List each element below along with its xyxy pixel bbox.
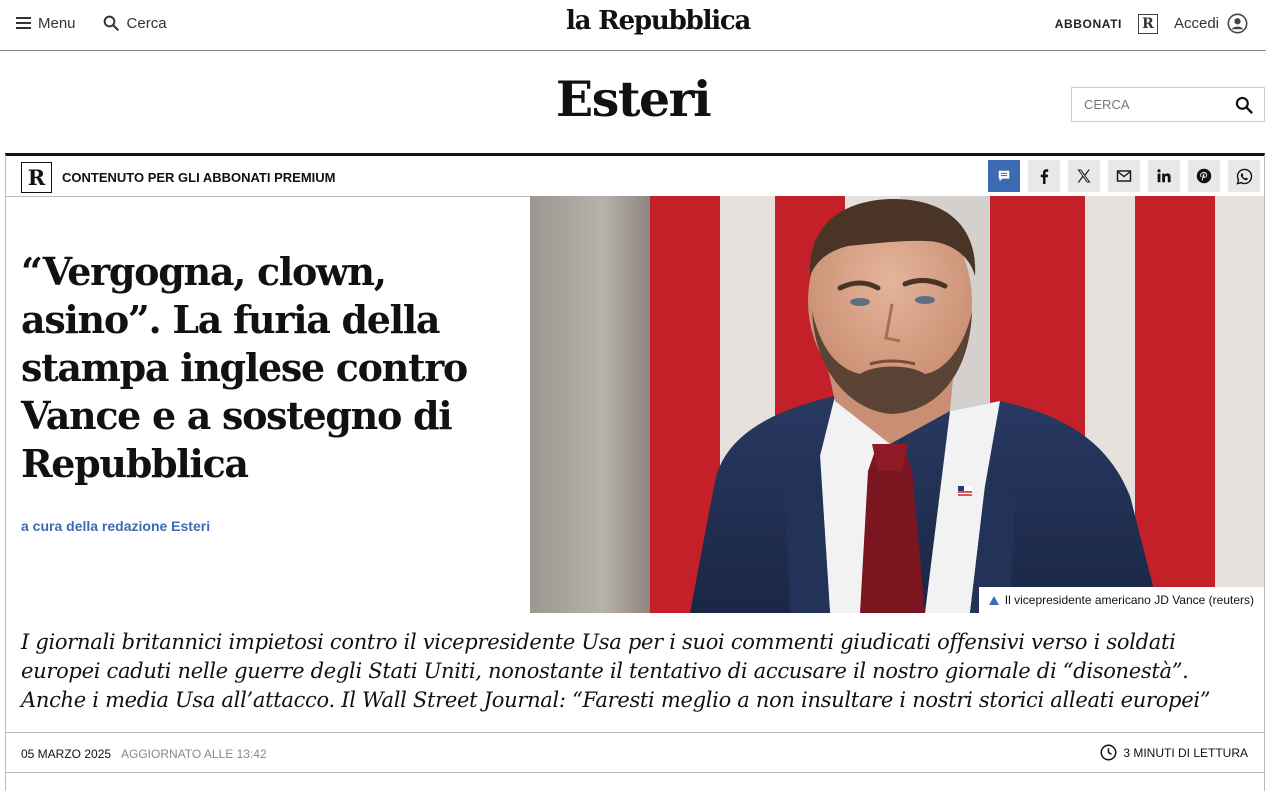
- repubblica-r-icon[interactable]: R: [1137, 13, 1158, 34]
- whatsapp-share-button[interactable]: [1228, 160, 1260, 192]
- search-icon[interactable]: [1234, 95, 1254, 115]
- menu-button[interactable]: Menu: [16, 15, 76, 32]
- article-photo[interactable]: Il vicepresidente americano JD Vance (re…: [530, 196, 1264, 613]
- whatsapp-icon: [1235, 168, 1252, 185]
- article-card: R CONTENUTO PER GLI ABBONATI PREMIUM “Ve…: [5, 153, 1265, 791]
- search-icon: [103, 15, 119, 31]
- clock-icon: [1100, 744, 1117, 761]
- article-byline[interactable]: a cura della redazione Esteri: [21, 518, 210, 534]
- read-time: 3 MINUTI DI LETTURA: [1100, 744, 1248, 761]
- mail-share-button[interactable]: [1108, 160, 1140, 192]
- search-label: Cerca: [126, 14, 167, 32]
- premium-badge: R CONTENUTO PER GLI ABBONATI PREMIUM: [21, 162, 335, 193]
- nav-left: Menu Cerca: [16, 14, 167, 32]
- menu-label: Menu: [38, 14, 76, 32]
- premium-label: CONTENUTO PER GLI ABBONATI PREMIUM: [62, 170, 336, 185]
- vance-portrait-illustration: [530, 196, 1264, 613]
- mail-icon: [1116, 170, 1132, 182]
- comment-button[interactable]: [988, 160, 1020, 192]
- triangle-up-icon: [988, 595, 999, 605]
- share-toolbar: [988, 160, 1260, 192]
- section-search-input[interactable]: [1084, 97, 1224, 112]
- login-label: Accedi: [1173, 15, 1219, 32]
- facebook-share-button[interactable]: [1028, 160, 1060, 192]
- x-icon: [1077, 169, 1091, 183]
- nav-right: ABBONATI R Accedi: [1055, 13, 1248, 34]
- facebook-icon: [1040, 169, 1049, 184]
- linkedin-share-button[interactable]: [1148, 160, 1180, 192]
- x-share-button[interactable]: [1068, 160, 1100, 192]
- user-icon: [1227, 13, 1248, 34]
- linkedin-icon: [1157, 169, 1171, 183]
- hamburger-icon: [16, 17, 31, 29]
- article-headline[interactable]: “Vergogna, clown, asino”. La furia della…: [21, 248, 526, 488]
- article-summary: I giornali britannici impietosi contro i…: [21, 630, 1211, 712]
- site-logo[interactable]: la Repubblica: [566, 6, 751, 36]
- premium-bar: R CONTENUTO PER GLI ABBONATI PREMIUM: [6, 156, 1264, 197]
- publish-date: 05 MARZO 2025: [21, 747, 112, 761]
- subscribe-link[interactable]: ABBONATI: [1055, 17, 1122, 31]
- pinterest-share-button[interactable]: [1188, 160, 1220, 192]
- read-time-label: 3 MINUTI DI LETTURA: [1123, 745, 1248, 760]
- repubblica-r-icon: R: [21, 162, 52, 193]
- login-button[interactable]: Accedi: [1174, 13, 1248, 34]
- comment-icon: [998, 170, 1010, 182]
- article-meta-bar: 05 MARZO 2025 AGGIORNATO ALLE 13:42 3 MI…: [6, 732, 1264, 773]
- photo-caption: Il vicepresidente americano JD Vance (re…: [978, 587, 1264, 613]
- top-nav: Menu Cerca la Repubblica ABBONATI R Acce…: [0, 0, 1266, 51]
- pinterest-icon: [1196, 168, 1212, 184]
- photo-caption-text: Il vicepresidente americano JD Vance (re…: [1004, 593, 1254, 607]
- section-search-box: [1071, 87, 1265, 122]
- updated-time: AGGIORNATO ALLE 13:42: [121, 747, 267, 761]
- search-button[interactable]: Cerca: [102, 14, 167, 32]
